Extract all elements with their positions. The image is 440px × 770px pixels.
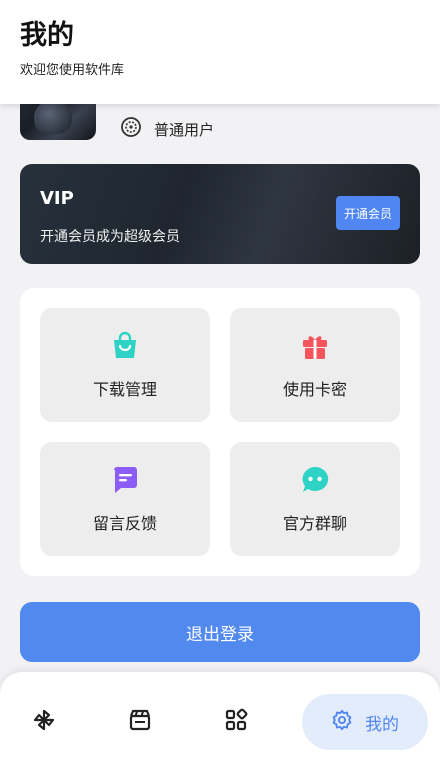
shopping-bag-icon xyxy=(109,330,141,362)
clapperboard-icon xyxy=(128,708,152,736)
chat-bubble-icon xyxy=(299,464,331,496)
avatar-photo xyxy=(34,100,72,134)
nav-item-video[interactable] xyxy=(118,694,162,750)
user-type-row: 普通用户 xyxy=(120,116,215,142)
official-group-tile[interactable]: 官方群聊 xyxy=(230,442,400,556)
vip-description: 开通会员成为超级会员 xyxy=(40,229,180,245)
download-management-tile[interactable]: 下载管理 xyxy=(40,308,210,422)
message-icon xyxy=(109,464,141,496)
gear-icon xyxy=(331,709,353,735)
tile-label: 留言反馈 xyxy=(92,514,157,533)
vip-title: VIP xyxy=(40,188,74,209)
page-header: 我的 欢迎您使用软件库 xyxy=(0,0,440,104)
nav-item-apps[interactable] xyxy=(214,694,258,750)
nav-item-mine[interactable]: 我的 xyxy=(302,694,428,750)
menu-grid: 下载管理 使用卡密 留言反馈 官方群聊 xyxy=(20,288,420,576)
bottom-nav: 我的 xyxy=(0,672,440,770)
feedback-tile[interactable]: 留言反馈 xyxy=(40,442,210,556)
user-badge-icon xyxy=(120,116,142,142)
pinwheel-icon xyxy=(31,707,57,737)
user-type-label: 普通用户 xyxy=(154,120,215,139)
tile-label: 下载管理 xyxy=(92,380,157,399)
nav-label-mine: 我的 xyxy=(365,714,399,735)
logout-button[interactable]: 退出登录 xyxy=(20,602,420,662)
use-card-key-tile[interactable]: 使用卡密 xyxy=(230,308,400,422)
tile-label: 官方群聊 xyxy=(282,514,347,533)
apps-icon xyxy=(224,708,248,736)
page-subtitle: 欢迎您使用软件库 xyxy=(20,63,125,78)
open-membership-button[interactable]: 开通会员 xyxy=(336,196,400,230)
vip-banner: VIP 开通会员成为超级会员 开通会员 xyxy=(20,164,420,264)
gift-icon xyxy=(299,330,331,362)
nav-item-home[interactable] xyxy=(22,694,66,750)
tile-label: 使用卡密 xyxy=(282,380,347,399)
page-title: 我的 xyxy=(20,20,74,51)
